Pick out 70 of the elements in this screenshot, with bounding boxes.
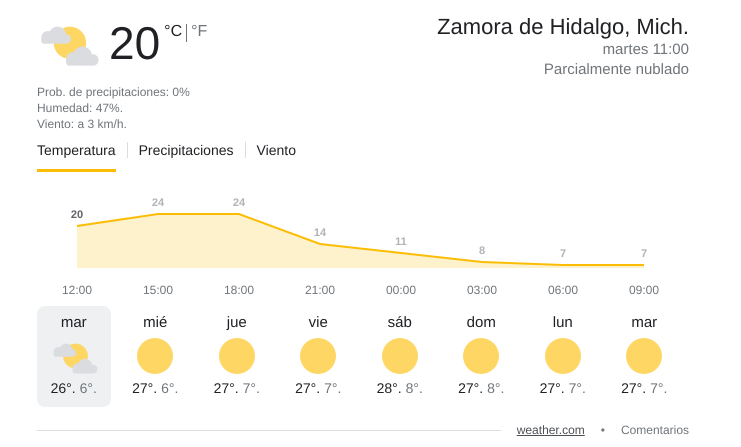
sun-icon [137, 338, 174, 374]
weather-detail: Prob. de precipitaciones: 0% [37, 84, 191, 100]
low-temp: 7°. [650, 379, 668, 398]
high-temp: 28°. [376, 379, 402, 398]
high-temp: 27°. [214, 379, 239, 398]
low-temp: 7°. [324, 379, 342, 398]
day-name: dom [466, 312, 496, 333]
day-forecast[interactable]: mar 27°. 7°. [608, 306, 681, 408]
unit-toggle[interactable]: °C [164, 14, 182, 42]
high-temp: 27°. [540, 379, 565, 398]
separator-dot: • [600, 422, 605, 440]
weather-detail: Viento: a 3 km/h. [37, 116, 128, 132]
value-label: 14 [314, 226, 326, 239]
condition: Parcialmente nublado [542, 60, 689, 80]
time-label: 21:00 [304, 282, 336, 297]
tab[interactable]: Precipitaciones [138, 140, 234, 172]
value-label: 7 [640, 248, 648, 260]
tab[interactable]: Temperatura [37, 140, 116, 172]
location-name: Zamora de Hidalgo, Mich. [437, 14, 689, 40]
day-forecast[interactable]: jue 27°. 7°. [200, 306, 274, 408]
source-link[interactable]: weather.com [516, 421, 585, 440]
value-label: 8 [478, 244, 486, 257]
time-label: 03:00 [466, 282, 498, 297]
sun-icon [544, 338, 581, 374]
day-name: sáb [388, 312, 412, 333]
time-label: 00:00 [386, 282, 416, 297]
value-label: 11 [395, 236, 407, 248]
day-name: mar [60, 312, 87, 333]
sun-icon [218, 338, 255, 374]
low-temp: 7°. [568, 379, 586, 398]
sun-icon [382, 338, 418, 374]
value-label: 24 [232, 196, 246, 209]
high-temp: 27°. [132, 379, 158, 398]
low-temp: 8°. [487, 379, 504, 398]
day-forecast[interactable]: lun 27°. 7°. [526, 306, 600, 408]
feedback-link[interactable]: Comentarios [620, 421, 689, 440]
high-temp: 27°. [295, 379, 320, 398]
high-temp: 27°. [621, 379, 646, 398]
time-label: 09:00 [628, 282, 660, 297]
value-label: 24 [152, 196, 164, 209]
sun-icon [300, 338, 336, 374]
high-temp: 27°. [458, 379, 484, 398]
sun-icon [626, 338, 662, 374]
day-name: lun [552, 312, 573, 333]
tab[interactable]: Viento [256, 140, 296, 172]
low-temp: 8°. [406, 379, 423, 398]
high-temp: 26°. [50, 379, 76, 398]
sun-icon [463, 338, 500, 374]
temperature: 20 [109, 20, 160, 66]
weather-detail: Humedad: 47%. [37, 100, 124, 116]
day-name: mié [143, 312, 168, 333]
day-forecast[interactable]: dom 27°. 8°. [444, 306, 518, 408]
value-label: 20 [70, 208, 84, 221]
day-forecast[interactable]: sáb 28°. 8°. [363, 306, 436, 408]
date-time: martes 11:00 [602, 40, 689, 60]
day-forecast[interactable]: vie 27°. 7°. [282, 306, 355, 408]
low-temp: 6°. [80, 379, 97, 398]
low-temp: 7°. [242, 379, 260, 398]
unit-toggle[interactable]: °F [191, 14, 208, 42]
time-label: 06:00 [548, 282, 578, 297]
low-temp: 6°. [161, 379, 178, 398]
day-forecast[interactable]: mié 27°. 6°. [118, 306, 192, 408]
day-name: jue [226, 312, 247, 333]
time-label: 18:00 [224, 282, 254, 297]
day-forecast[interactable]: mar 26°. 6°. [37, 306, 110, 408]
time-label: 12:00 [62, 282, 92, 297]
day-name: vie [308, 312, 328, 333]
value-label: 7 [560, 248, 566, 260]
time-label: 15:00 [142, 282, 174, 297]
day-name: mar [631, 312, 658, 333]
